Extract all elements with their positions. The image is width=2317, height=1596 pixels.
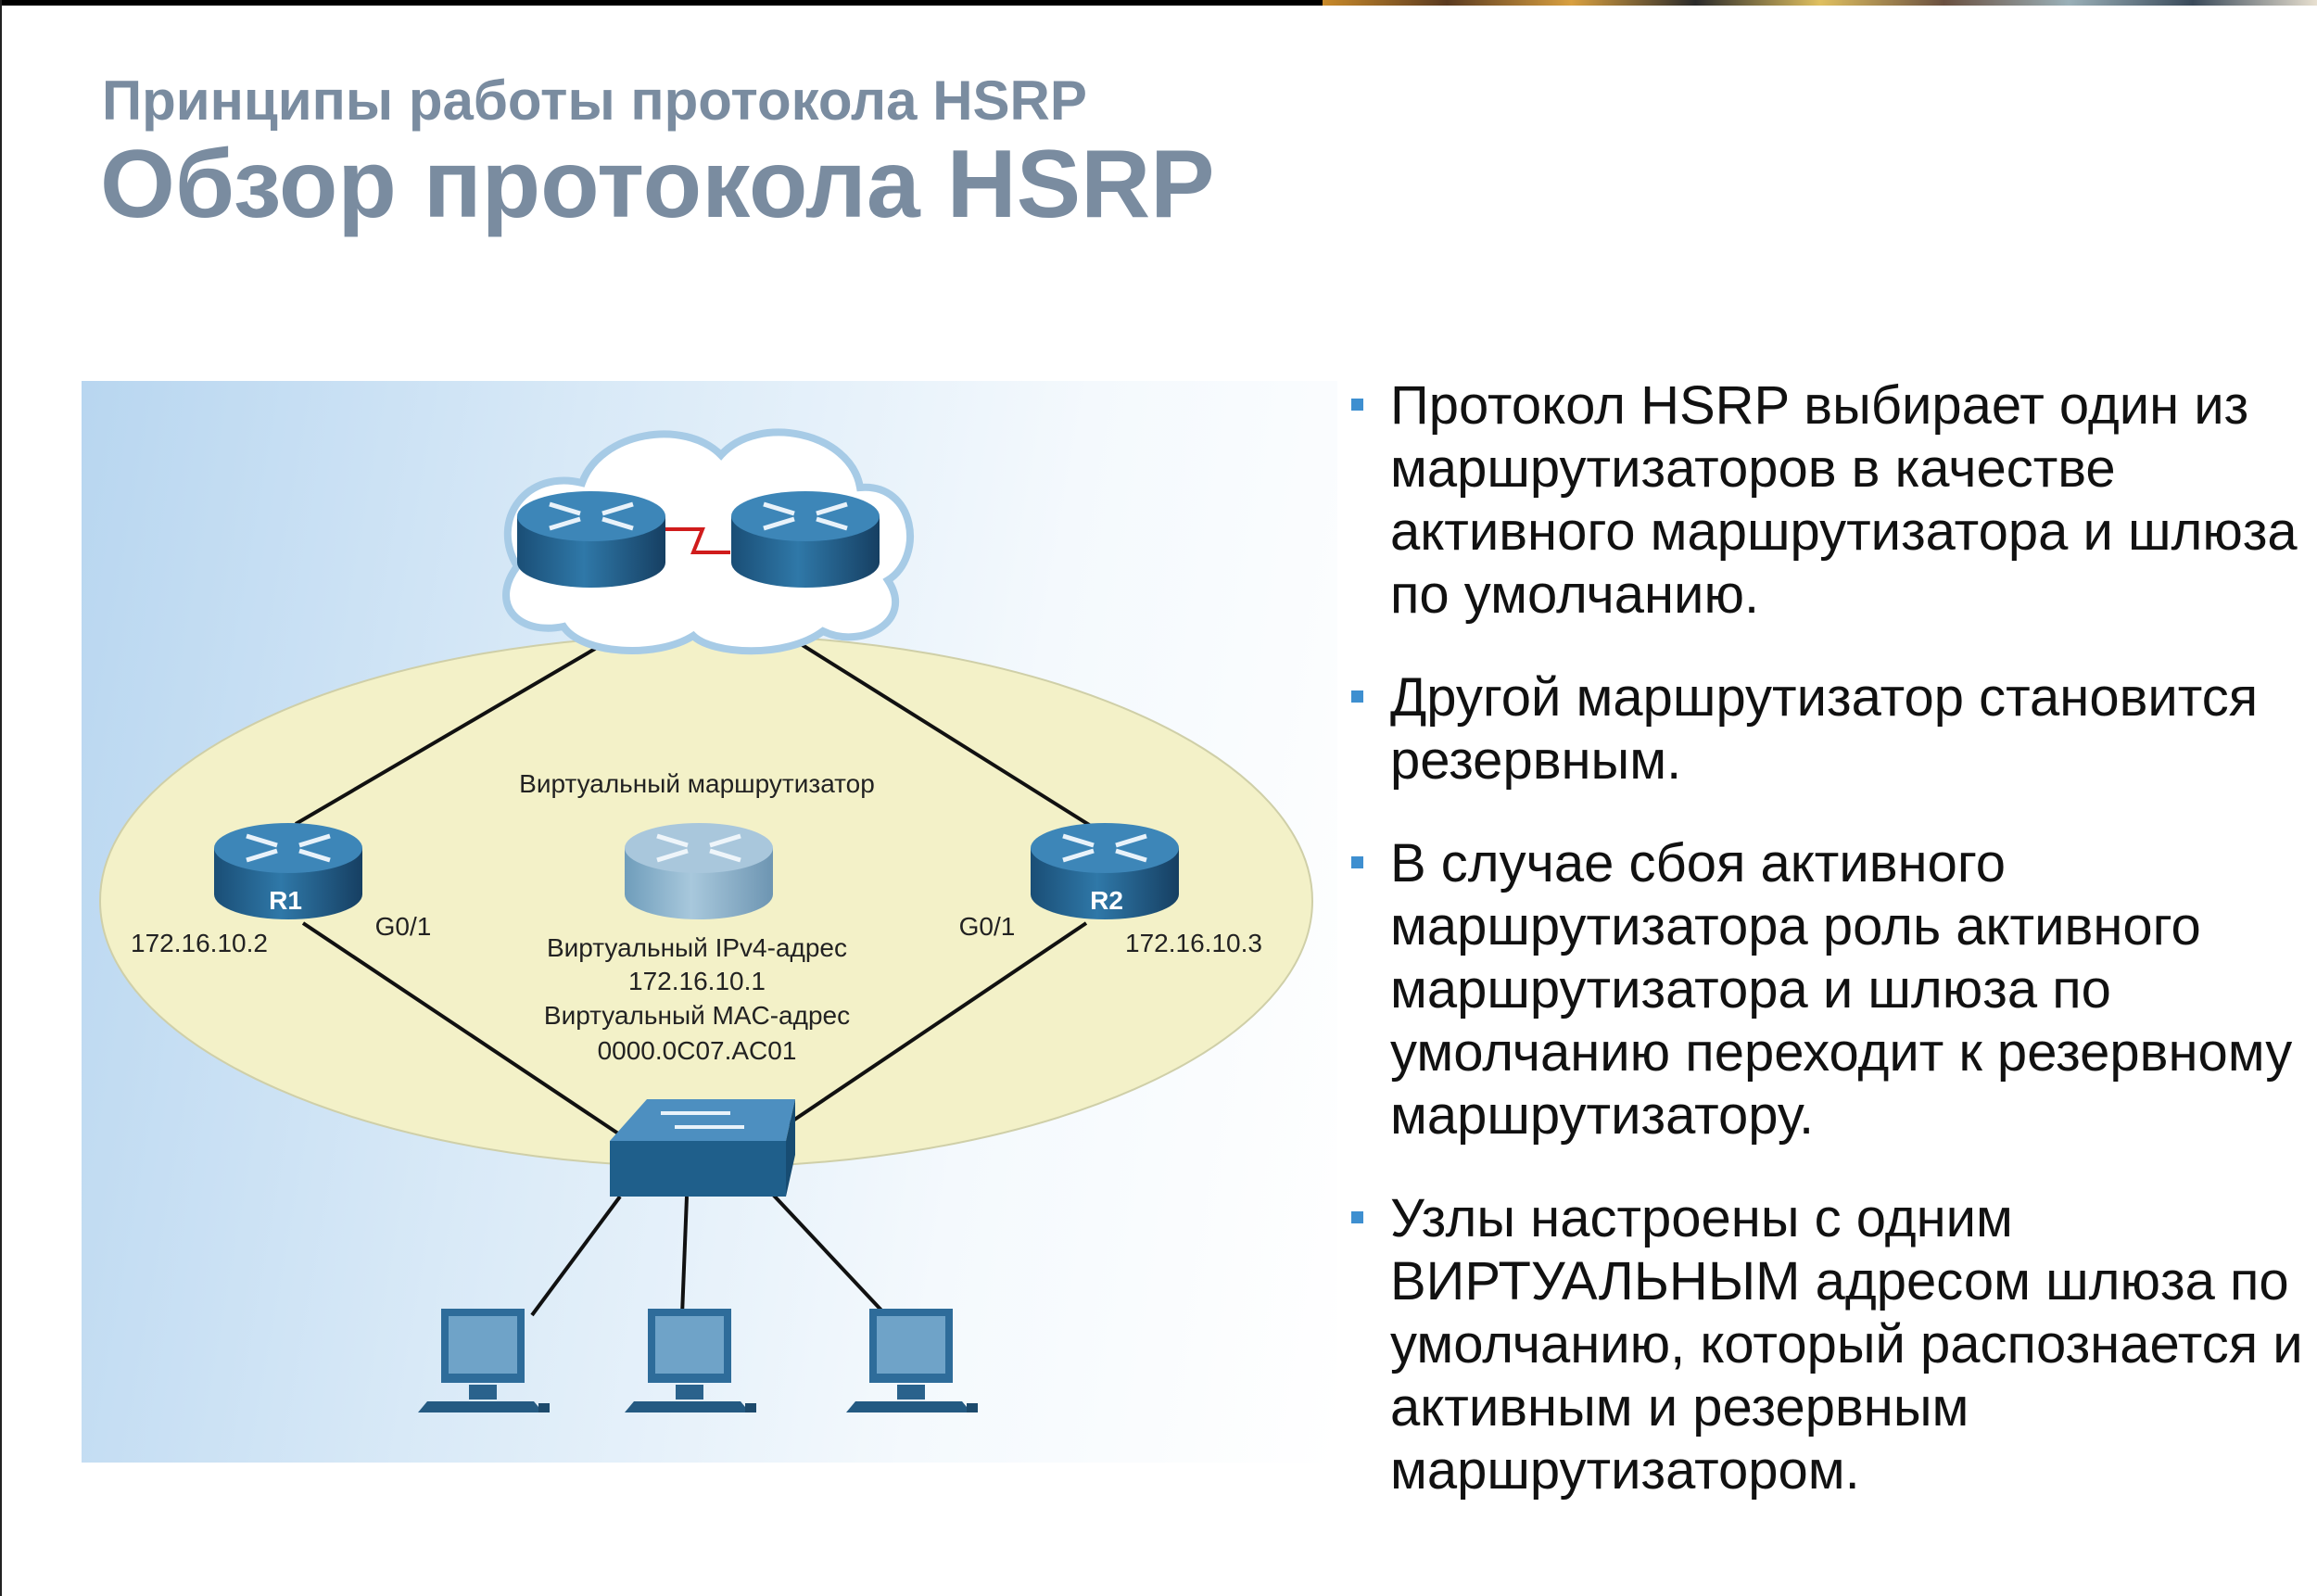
- pc-icon: [418, 1309, 550, 1412]
- r1-interface: G0/1: [375, 912, 432, 941]
- bullet-text: Узлы настроены с одним ВИРТУАЛЬНЫМ адрес…: [1390, 1188, 2303, 1501]
- wan-router-icon: [517, 491, 665, 588]
- wan-router-icon: [731, 491, 880, 588]
- switch-icon: [610, 1099, 795, 1197]
- bullet-list: Протокол HSRP выбирает один из маршрутиз…: [1351, 374, 2306, 1542]
- bullet-square-icon: [1351, 399, 1363, 411]
- bullet-text: В случае сбоя активного маршрутизатора р…: [1390, 833, 2293, 1146]
- wan-cloud-icon: [502, 428, 914, 655]
- virtual-router-icon: [625, 823, 773, 919]
- virtual-router-label: Виртуальный маршрутизатор: [519, 769, 875, 798]
- header-image-strip: [1323, 0, 2317, 6]
- virtual-mac-label: Виртуальный MAC-адрес: [544, 1001, 850, 1030]
- slide-title: Обзор протокола HSRP: [100, 131, 1215, 238]
- virtual-ipv4-label: Виртуальный IPv4-адрес: [547, 933, 847, 962]
- bullet-item: Другой маршрутизатор становится резервны…: [1351, 666, 2306, 792]
- hsrp-topology-diagram: Виртуальный маршрутизатор R1 R2 172.16.1…: [82, 381, 1337, 1463]
- virtual-ipv4: 172.16.10.1: [628, 967, 766, 995]
- r2-interface: G0/1: [959, 912, 1016, 941]
- bullet-square-icon: [1351, 856, 1363, 868]
- bullet-text: Протокол HSRP выбирает один из маршрутиз…: [1390, 375, 2298, 625]
- virtual-mac: 0000.0C07.AC01: [598, 1036, 797, 1065]
- r2-ip: 172.16.10.3: [1125, 929, 1262, 957]
- bullet-square-icon: [1351, 1211, 1363, 1223]
- r1-ip: 172.16.10.2: [131, 929, 268, 957]
- bullet-item: Протокол HSRP выбирает один из маршрутиз…: [1351, 374, 2306, 627]
- slide-subtitle: Принципы работы протокола HSRP: [102, 70, 1087, 132]
- pc-icon: [846, 1309, 978, 1412]
- slide-border: [0, 0, 2, 1596]
- bullet-item: В случае сбоя активного маршрутизатора р…: [1351, 832, 2306, 1147]
- r2-label: R2: [1090, 886, 1123, 915]
- r1-label: R1: [269, 886, 302, 915]
- pc-icon: [625, 1309, 756, 1412]
- bullet-square-icon: [1351, 690, 1363, 703]
- bullet-item: Узлы настроены с одним ВИРТУАЛЬНЫМ адрес…: [1351, 1187, 2306, 1502]
- bullet-text: Другой маршрутизатор становится резервны…: [1390, 667, 2259, 791]
